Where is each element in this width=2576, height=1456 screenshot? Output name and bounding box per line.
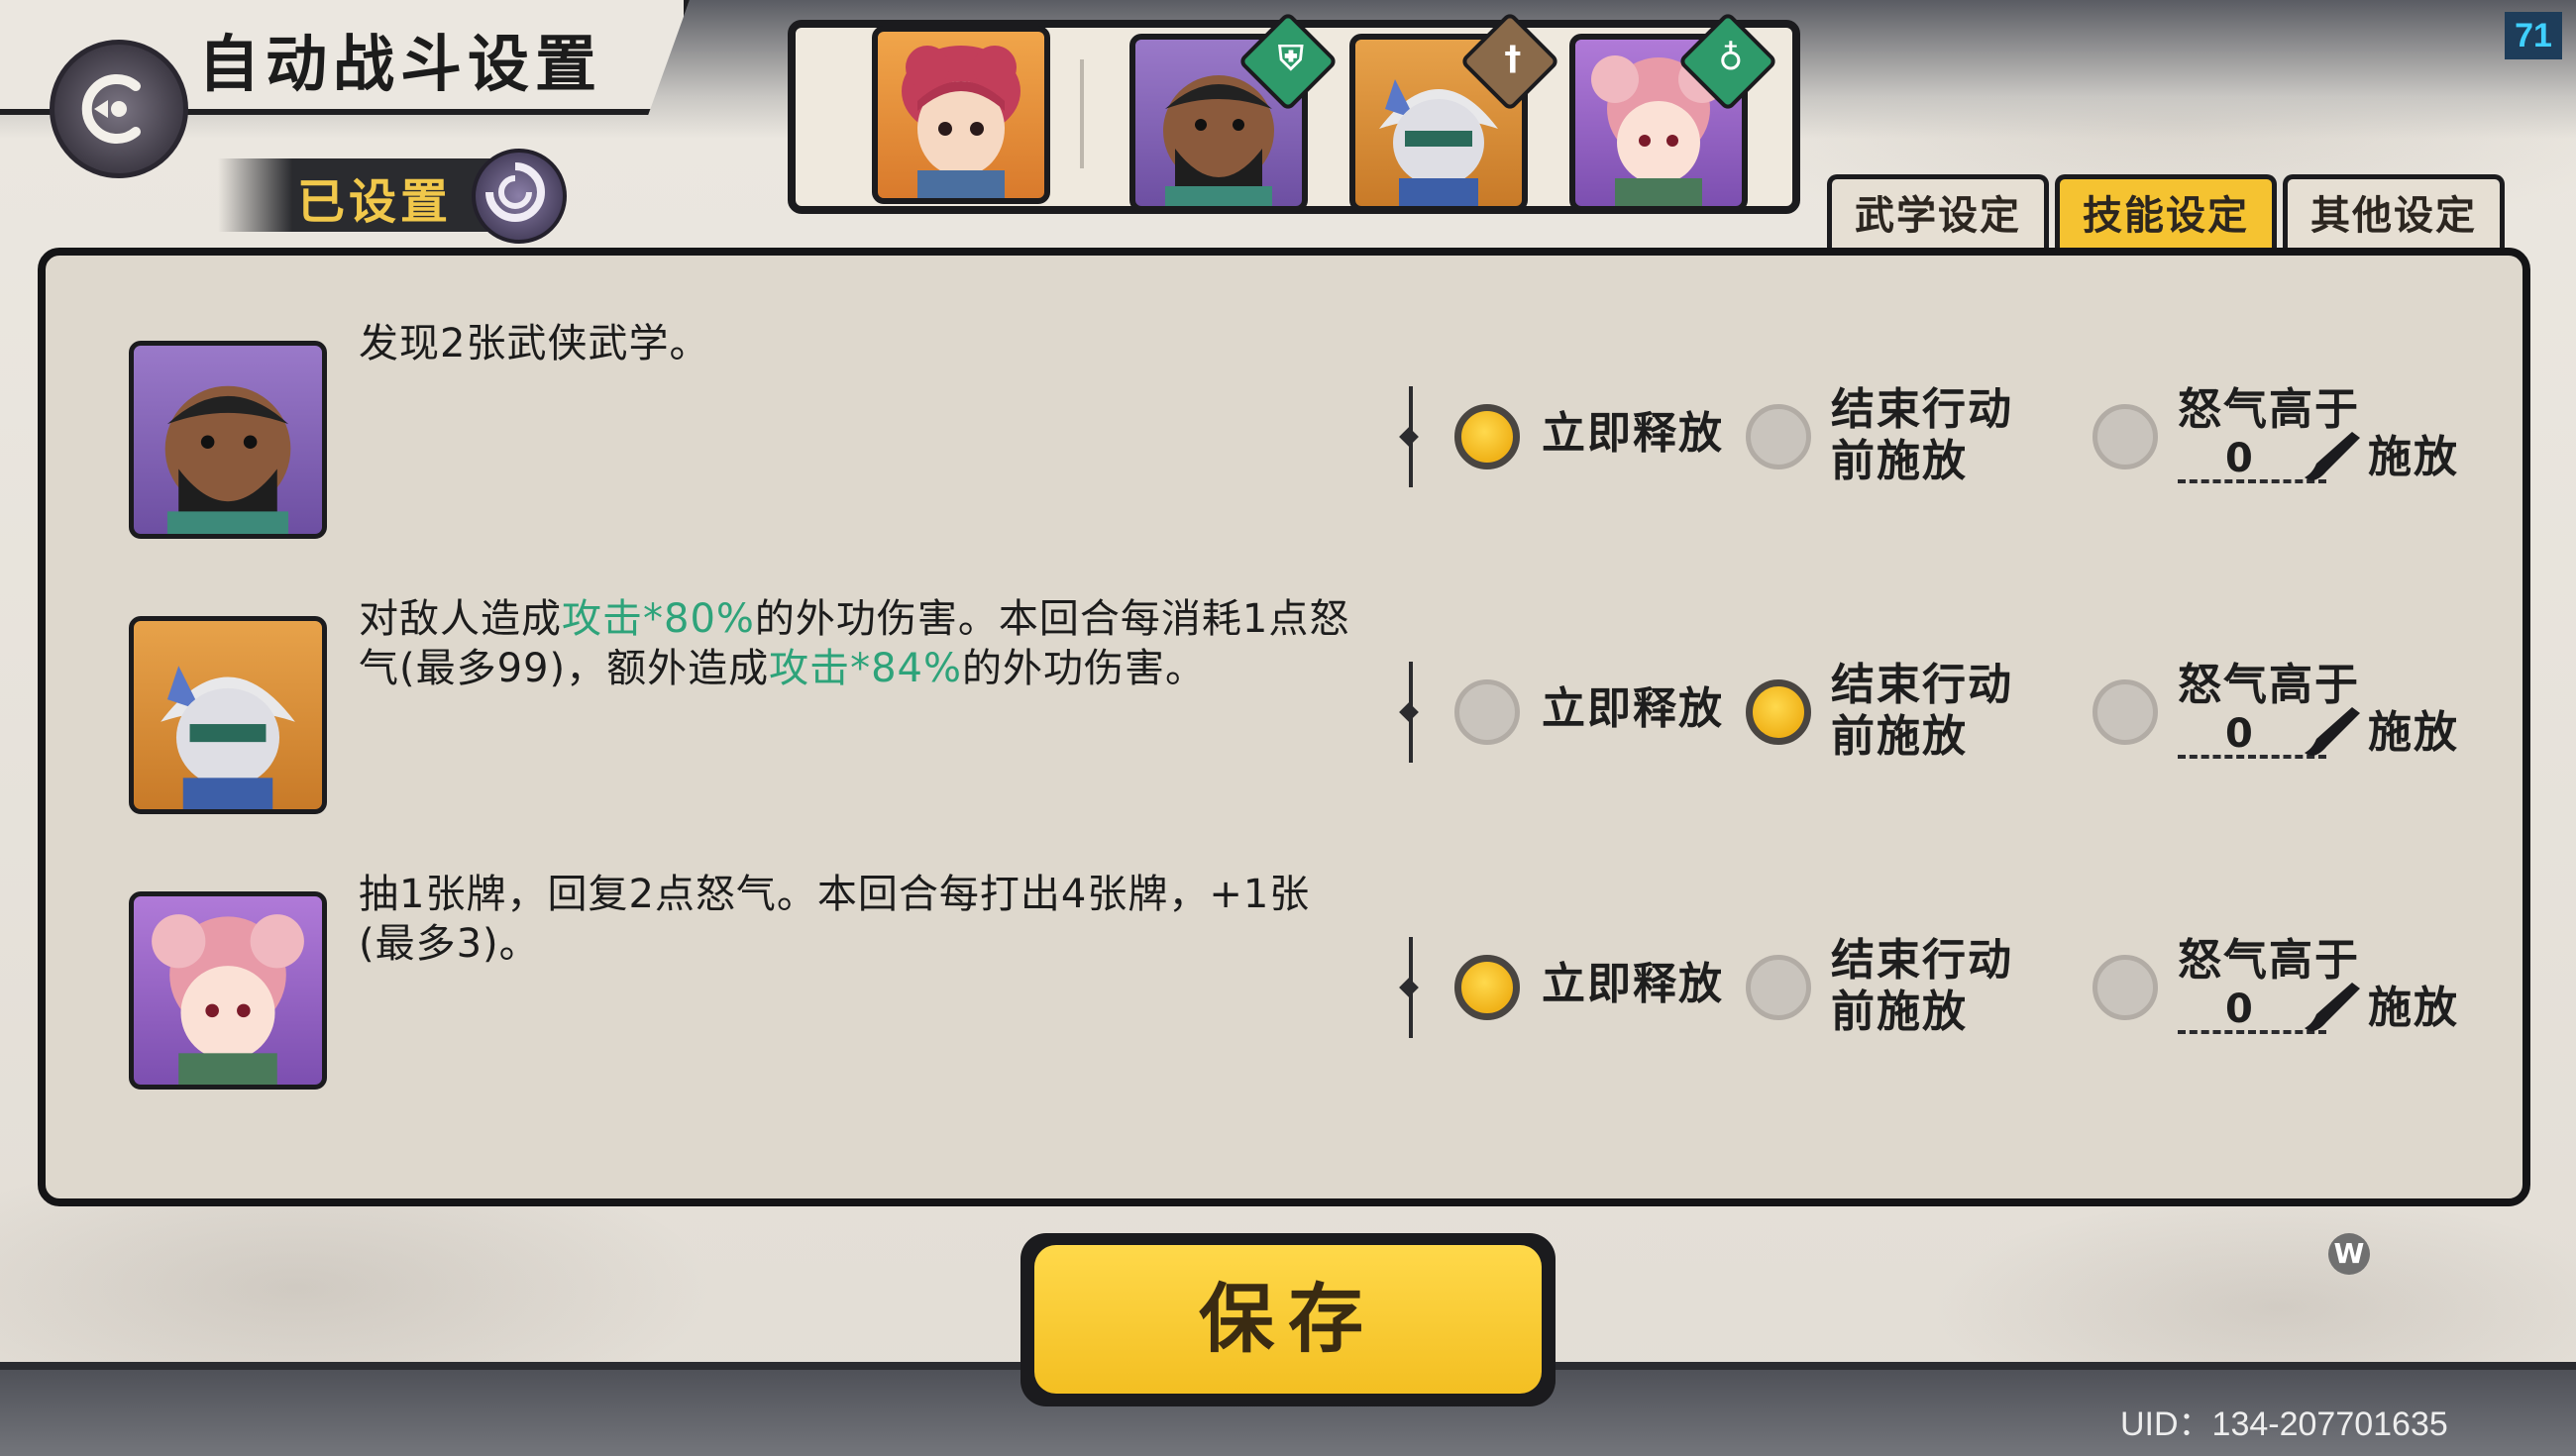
radio-rage-3[interactable] <box>2093 955 2158 1020</box>
rage-threshold-2[interactable]: 0 <box>2225 711 2253 757</box>
desc-text: 的外功伤害。 <box>962 646 1207 691</box>
radio-rage-1[interactable] <box>2093 404 2158 469</box>
rage-threshold-1[interactable]: 0 <box>2225 436 2253 481</box>
tab-martial-arts[interactable]: 武学设定 <box>1827 174 2049 253</box>
page-title: 自动战斗设置 <box>198 28 603 100</box>
desc-text: 对敌人造成 <box>359 596 562 642</box>
radio-immediate-1[interactable] <box>1454 404 1520 469</box>
radio-immediate-3[interactable] <box>1454 955 1520 1020</box>
rage-threshold-3[interactable]: 0 <box>2225 987 2253 1032</box>
opt-immediate-label: 立即释放 <box>1542 959 1724 1009</box>
opt-rage-suffix: 施放 <box>2368 432 2459 482</box>
back-button[interactable] <box>50 40 188 178</box>
swirl-icon[interactable] <box>472 149 567 244</box>
radio-rage-2[interactable] <box>2093 679 2158 745</box>
status-label: 已设置 <box>297 174 453 230</box>
fps-counter: 71 <box>2505 12 2562 59</box>
tab-other-settings[interactable]: 其他设定 <box>2283 174 2505 253</box>
opt-end-label-2: 前施放 <box>1831 987 1968 1037</box>
uid-label: UID：134-207701635 <box>2120 1405 2448 1443</box>
brush-edit-icon[interactable] <box>2301 979 2360 1038</box>
opt-end-label-1: 结束行动 <box>1831 384 2013 435</box>
opt-end-label-1: 结束行动 <box>1831 935 2013 986</box>
opt-rage-suffix: 施放 <box>2368 707 2459 758</box>
desc-highlight: 攻击*84% <box>769 646 963 691</box>
opt-end-label-2: 前施放 <box>1831 711 1968 762</box>
skill-portrait-2 <box>129 616 327 814</box>
row-separator <box>1409 386 1413 487</box>
desc-highlight: 攻击*80% <box>562 596 755 642</box>
opt-end-label-1: 结束行动 <box>1831 660 2013 710</box>
opt-immediate-label: 立即释放 <box>1542 683 1724 734</box>
settings-panel <box>38 248 2530 1206</box>
save-button[interactable]: 保存 <box>1020 1233 1556 1406</box>
skill-desc-1: 发现2张武侠武学。 <box>359 321 710 366</box>
tab-skill-settings[interactable]: 技能设定 <box>2055 174 2277 253</box>
save-button-label: 保存 <box>1034 1245 1542 1394</box>
skill-portrait-1 <box>129 341 327 539</box>
skill-desc-3: 抽1张牌，回复2点怒气。本回合每打出4张牌，+1张(最多3)。 <box>359 872 1311 967</box>
brush-edit-icon[interactable] <box>2301 703 2360 763</box>
radio-end-action-1[interactable] <box>1746 404 1811 469</box>
opt-immediate-label: 立即释放 <box>1542 408 1724 459</box>
opt-end-label-2: 前施放 <box>1831 436 1968 486</box>
row-separator <box>1409 937 1413 1038</box>
team-portrait-1[interactable] <box>872 26 1050 204</box>
radio-end-action-3[interactable] <box>1746 955 1811 1020</box>
radio-immediate-2[interactable] <box>1454 679 1520 745</box>
row-separator <box>1409 662 1413 763</box>
brush-edit-icon[interactable] <box>2301 428 2360 487</box>
skill-portrait-3 <box>129 891 327 1090</box>
radio-end-action-2[interactable] <box>1746 679 1811 745</box>
w-badge-icon: W <box>2328 1233 2370 1275</box>
skill-desc-2: 对敌人造成攻击*80%的外功伤害。本回合每消耗1点怒气(最多99)，额外造成攻击… <box>359 594 1359 693</box>
opt-rage-suffix: 施放 <box>2368 983 2459 1033</box>
team-divider <box>1080 59 1084 168</box>
back-arrow-icon <box>81 74 141 144</box>
